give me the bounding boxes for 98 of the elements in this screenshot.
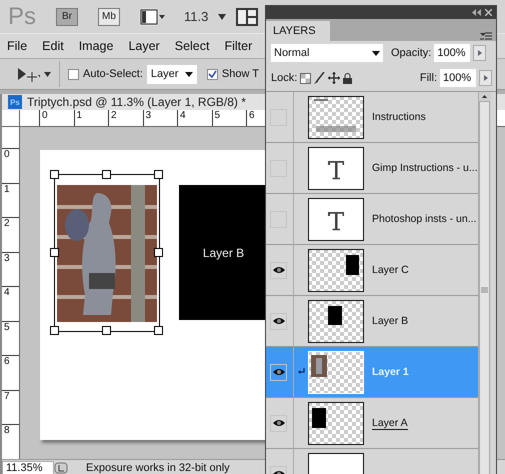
- menu-icon[interactable]: [480, 32, 492, 41]
- caret-icon[interactable]: [44, 72, 51, 76]
- caret-icon: [372, 50, 380, 56]
- status-icon[interactable]: [54, 462, 68, 474]
- menu-item[interactable]: Select: [174, 39, 210, 53]
- visibility-toggle[interactable]: [270, 312, 287, 330]
- layer-thumbnail: [308, 300, 364, 342]
- opacity-label: Opacity:: [391, 47, 432, 59]
- transform-handle[interactable]: [154, 326, 163, 336]
- menu-item[interactable]: Layer: [127, 39, 161, 53]
- opacity-field[interactable]: 100%: [434, 44, 470, 62]
- ruler-number: 3: [2, 252, 19, 286]
- layer-name: Gimp Instructions - u...: [372, 162, 478, 174]
- menu-item[interactable]: Edit: [41, 39, 65, 53]
- lock-label: Lock:: [271, 72, 298, 84]
- layer-thumbnail: [308, 248, 364, 292]
- close-icon[interactable]: [485, 9, 492, 16]
- eye-icon: [272, 419, 284, 427]
- ruler-number: 7: [2, 390, 19, 424]
- checkbox-label: Auto-Select:: [83, 68, 143, 80]
- eye-icon: [272, 317, 284, 325]
- transparency-lock-icon[interactable]: [300, 72, 312, 84]
- ruler-number: 1: [2, 182, 19, 218]
- ruler-number: 3: [142, 110, 177, 126]
- ruler-number: 6: [2, 355, 19, 390]
- ruler-number: 0: [2, 148, 19, 183]
- ruler-number: 2: [2, 217, 19, 252]
- layout-icon[interactable]: [236, 8, 258, 26]
- ruler-number: 4: [177, 110, 212, 126]
- layer-row[interactable]: Photoshop insts - un...: [266, 194, 478, 245]
- transform-handle[interactable]: [102, 326, 111, 336]
- scrollbar-thumb[interactable]: [479, 101, 490, 474]
- layer-thumbnail: [308, 402, 364, 444]
- menu-item[interactable]: Filter: [223, 39, 254, 53]
- transform-handle[interactable]: [102, 170, 111, 180]
- scroll-up-icon[interactable]: [481, 95, 488, 98]
- fill-label: Fill:: [420, 72, 437, 84]
- layer-row[interactable]: Layer C: [266, 245, 478, 296]
- layer-row[interactable]: Gimp Instructions - u...: [266, 143, 478, 194]
- app-button[interactable]: Br: [56, 8, 78, 26]
- eye-icon: [272, 266, 284, 274]
- transform-handle[interactable]: [50, 248, 59, 258]
- transform-handle[interactable]: [154, 170, 163, 180]
- lock-icon[interactable]: [343, 72, 352, 84]
- menu-item[interactable]: File: [6, 39, 28, 53]
- transform-handle[interactable]: [50, 170, 59, 180]
- ruler-number: 0: [39, 110, 74, 126]
- layer-name: Layer 1: [372, 366, 409, 378]
- visibility-toggle[interactable]: [270, 414, 287, 432]
- ruler-number: 5: [212, 110, 246, 126]
- arrow-button[interactable]: [479, 70, 492, 86]
- arrow-icon: [484, 75, 488, 81]
- layer-row[interactable]: Layer B: [266, 296, 478, 347]
- move-icon[interactable]: [328, 72, 340, 84]
- fill-field[interactable]: 100%: [440, 69, 476, 87]
- document-icon: Ps: [8, 95, 22, 110]
- app-button[interactable]: Mb: [98, 8, 120, 26]
- blend-mode-dropdown[interactable]: Normal: [271, 44, 383, 62]
- brush-icon[interactable]: [314, 72, 326, 84]
- menu-item[interactable]: Image: [78, 39, 114, 53]
- transform-handle[interactable]: [154, 248, 163, 258]
- checkbox[interactable]: [68, 68, 79, 80]
- panel-tab[interactable]: LAYERS: [266, 21, 330, 41]
- checkbox[interactable]: [206, 68, 218, 80]
- status-message: Exposure works in 32-bit only: [86, 462, 230, 474]
- arrow-icon: [478, 50, 482, 56]
- layer-name: Instructions: [372, 110, 426, 124]
- text-layer-thumbnail: [308, 198, 364, 240]
- document-tab[interactable]: Triptych.psd @ 11.3% (Layer 1, RGB/8) *: [27, 95, 246, 110]
- layer-name: Layer A: [372, 416, 408, 430]
- ruler-number: 5: [2, 320, 19, 356]
- checkbox-label: Show T: [222, 68, 260, 80]
- layer-name: Photoshop insts - un...: [372, 212, 476, 226]
- target-dropdown[interactable]: Layer: [146, 64, 197, 84]
- transform-handle[interactable]: [50, 326, 59, 336]
- layer-name: Layer B: [372, 314, 408, 328]
- box-label: Layer B: [202, 246, 244, 260]
- zoom-field[interactable]: 11.35%: [2, 460, 54, 474]
- visibility-toggle[interactable]: [270, 364, 287, 380]
- ruler-number: 4: [2, 286, 19, 321]
- layer-name: Layer C: [372, 264, 409, 276]
- zoom-level[interactable]: 11.3: [184, 9, 208, 24]
- collapse-icon[interactable]: [472, 9, 481, 16]
- ruler-number: 1: [74, 110, 108, 126]
- eye-icon: [272, 368, 284, 376]
- arrow-button[interactable]: [473, 45, 486, 61]
- layer-thumbnail: [308, 96, 364, 138]
- move-tool-icon[interactable]: [16, 66, 40, 82]
- caret-icon[interactable]: [218, 14, 226, 20]
- layer-row[interactable]: Instructions: [266, 92, 478, 143]
- layer-row[interactable]: Layer A: [266, 398, 478, 449]
- visibility-toggle[interactable]: [270, 262, 287, 278]
- ruler-number: 2: [108, 110, 142, 126]
- grip-icon: [481, 287, 488, 294]
- layer-thumbnail: [308, 350, 364, 394]
- caret-icon: [184, 72, 193, 76]
- text-layer-thumbnail: [308, 146, 364, 190]
- app-logo: Ps: [8, 2, 38, 30]
